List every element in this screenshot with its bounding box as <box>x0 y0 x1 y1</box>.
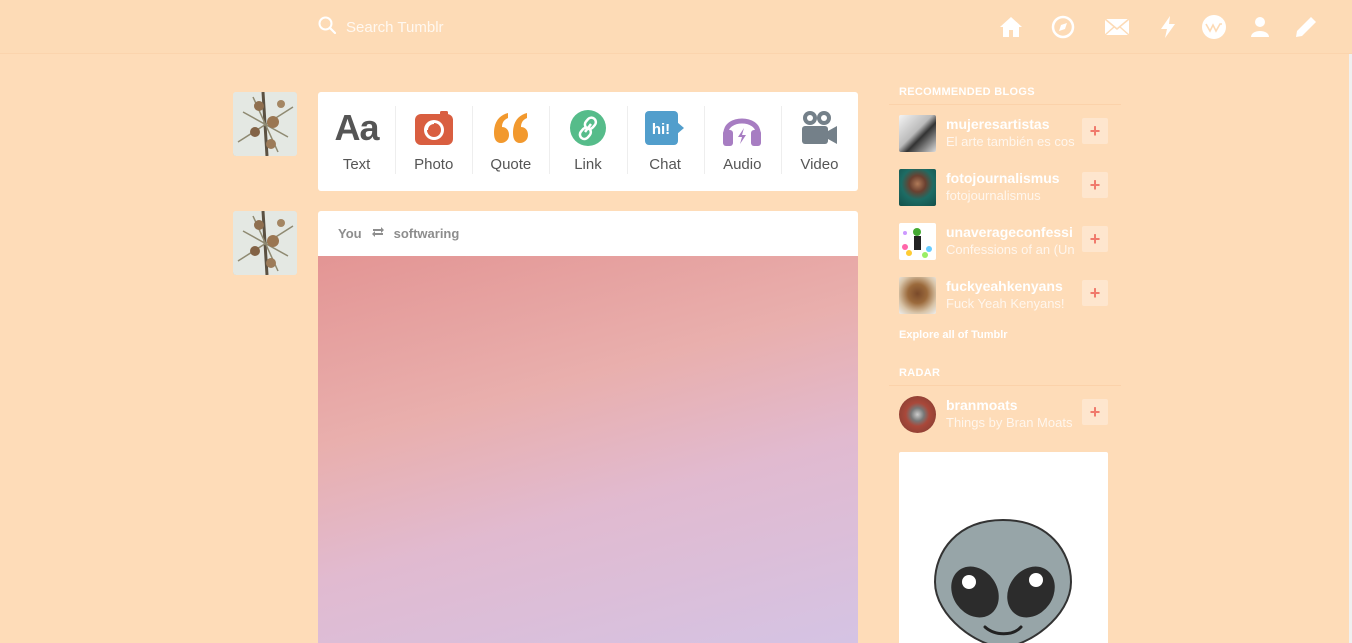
recommended-blog-row[interactable]: mujeresartistas El arte también es cos + <box>889 105 1121 159</box>
post-type-audio-button[interactable]: Audio <box>703 92 781 191</box>
top-header <box>0 0 1352 54</box>
reblog-icon <box>371 226 385 241</box>
blog-avatar[interactable] <box>899 277 936 314</box>
blog-avatar[interactable] <box>899 396 936 433</box>
quote-icon <box>490 108 532 148</box>
blogs-icon[interactable] <box>1201 14 1227 40</box>
reblogged-from-link[interactable]: softwaring <box>394 226 460 241</box>
text-icon: Aa <box>334 107 380 148</box>
recommended-blog-row[interactable]: fotojournalismus fotojournalismus + <box>889 159 1121 213</box>
headphones-icon <box>722 108 762 148</box>
follow-button[interactable]: + <box>1082 280 1108 306</box>
blog-avatar[interactable] <box>899 115 936 152</box>
post-header: You softwaring <box>318 211 858 256</box>
post-type-selector: Aa Text Photo Quote Link hi! Chat Audio <box>318 92 858 191</box>
post-author-avatar[interactable] <box>233 211 297 275</box>
home-icon[interactable] <box>998 14 1024 40</box>
explore-icon[interactable] <box>1050 14 1076 40</box>
recommended-blogs-title: RECOMMENDED BLOGS <box>889 80 1121 105</box>
follow-button[interactable]: + <box>1082 172 1108 198</box>
radar-blog-row[interactable]: branmoats Things by Bran Moats + <box>889 386 1121 440</box>
post-type-video-button[interactable]: Video <box>780 92 858 191</box>
recommended-blog-row[interactable]: unaverageconfessi Confessions of an (Un … <box>889 213 1121 267</box>
right-sidebar: RECOMMENDED BLOGS mujeresartistas El art… <box>889 80 1121 440</box>
camera-icon <box>414 108 454 148</box>
radar-post-image[interactable] <box>899 452 1108 643</box>
follow-button[interactable]: + <box>1082 226 1108 252</box>
account-icon[interactable] <box>1247 14 1273 40</box>
post-photo[interactable] <box>318 256 858 643</box>
blog-avatar[interactable] <box>899 223 936 260</box>
follow-button[interactable]: + <box>1082 118 1108 144</box>
chat-icon: hi! <box>644 108 686 148</box>
dashboard-post: You softwaring <box>318 211 858 643</box>
post-type-photo-button[interactable]: Photo <box>395 92 472 191</box>
radar-title: RADAR <box>889 361 1121 386</box>
alien-illustration <box>933 518 1073 643</box>
recommended-blog-row[interactable]: fuckyeahkenyans Fuck Yeah Kenyans! + <box>889 267 1121 321</box>
blog-avatar[interactable] <box>899 169 936 206</box>
user-avatar[interactable] <box>233 92 297 156</box>
link-icon <box>569 108 607 148</box>
activity-icon[interactable] <box>1155 14 1181 40</box>
explore-link[interactable]: Explore all of Tumblr <box>889 321 1121 361</box>
svg-text:hi!: hi! <box>652 121 670 138</box>
compose-icon[interactable] <box>1293 14 1319 40</box>
post-author-link[interactable]: You <box>338 226 362 241</box>
post-type-link-button[interactable]: Link <box>549 92 626 191</box>
post-type-text-button[interactable]: Aa Text <box>318 92 395 191</box>
video-camera-icon <box>800 108 838 148</box>
post-type-quote-button[interactable]: Quote <box>472 92 549 191</box>
inbox-icon[interactable] <box>1104 14 1130 40</box>
post-type-chat-button[interactable]: hi! Chat <box>626 92 704 191</box>
follow-button[interactable]: + <box>1082 399 1108 425</box>
